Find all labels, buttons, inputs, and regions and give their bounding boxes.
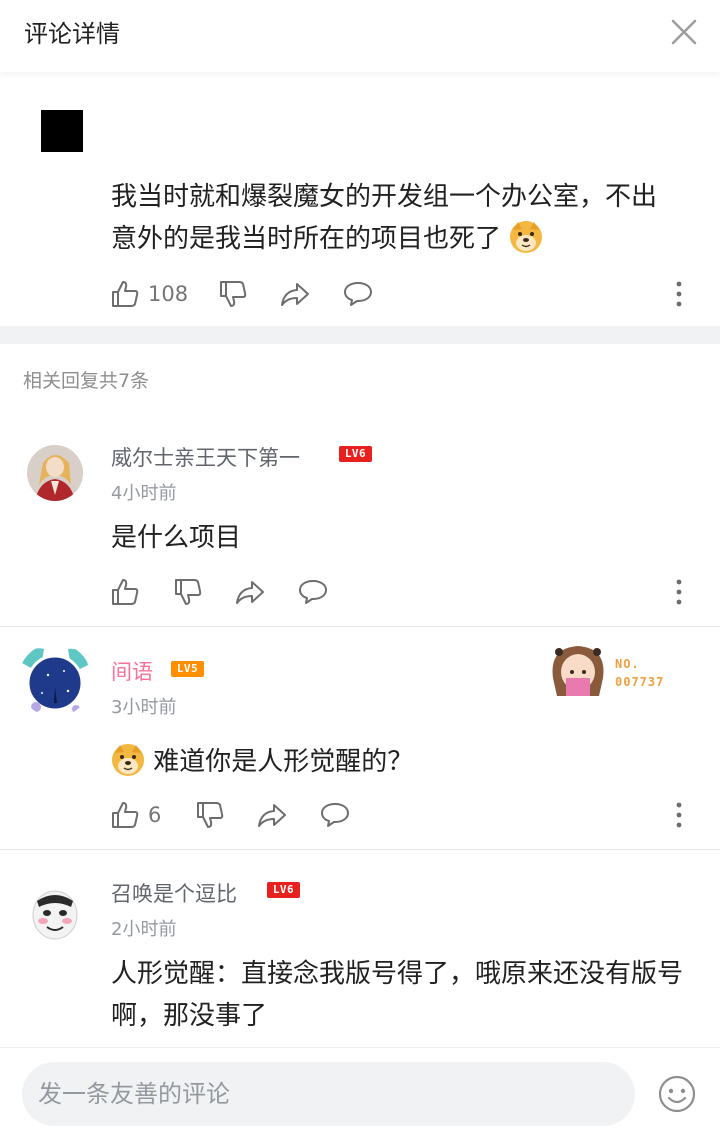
timestamp: 2小时前: [111, 919, 177, 940]
comment-input-bar: 发一条友善的评论: [0, 1047, 720, 1139]
thumbs-up-icon: [112, 281, 139, 307]
reply-text: 人形觉醒：直接念我版号得了，哦原来还没有版号 啊，那没事了: [111, 953, 701, 1037]
more-options-icon[interactable]: [664, 795, 694, 835]
close-icon[interactable]: [666, 14, 702, 50]
reply-button[interactable]: [297, 572, 329, 612]
timestamp: 3小时前: [111, 697, 177, 718]
reply-text-line1: 人形觉醒：直接念我版号得了，哦原来还没有版号: [111, 959, 684, 989]
section-divider: [0, 326, 720, 344]
username[interactable]: 威尔士亲王天下第一: [111, 442, 300, 472]
dislike-button[interactable]: [173, 572, 203, 612]
dislike-button[interactable]: [195, 795, 225, 835]
share-button[interactable]: [279, 274, 311, 314]
comment-text: 我当时就和爆裂魔女的开发组一个办公室，不出 意外的是我当时所在的项目也死了: [111, 176, 696, 260]
username[interactable]: 间语: [111, 656, 153, 686]
avatar[interactable]: [41, 110, 83, 152]
doge-emoji-icon: [509, 220, 543, 254]
thumbs-down-icon: [220, 281, 247, 307]
reply-button[interactable]: [319, 795, 351, 835]
comment-text-line1: 我当时就和爆裂魔女的开发组一个办公室，不出: [111, 182, 658, 212]
like-count: 6: [148, 803, 162, 827]
more-options-icon[interactable]: [664, 274, 694, 314]
dislike-button[interactable]: [218, 274, 248, 314]
reply-actions: 6: [0, 795, 720, 835]
reply-text: 是什么项目: [111, 523, 242, 553]
badge-number: NO. 007737: [615, 655, 664, 691]
like-button[interactable]: [110, 572, 140, 612]
thumbs-down-icon: [197, 802, 224, 828]
emoji-icon[interactable]: [657, 1074, 697, 1114]
avatar[interactable]: [18, 643, 92, 717]
page-title: 评论详情: [24, 20, 120, 48]
badge-id: 007737: [615, 675, 665, 689]
level-badge: LV6: [267, 882, 300, 898]
comment-bubble-icon: [344, 282, 372, 306]
badge-label: NO.: [615, 657, 640, 671]
comment-bubble-icon: [321, 803, 349, 827]
reply-text: 难道你是人形觉醒的？: [111, 741, 701, 783]
avatar[interactable]: [27, 445, 83, 501]
thumbs-up-icon: [112, 802, 139, 828]
comment-input[interactable]: 发一条友善的评论: [22, 1062, 635, 1126]
share-button[interactable]: [234, 572, 266, 612]
share-button[interactable]: [256, 795, 288, 835]
comment-text-line2: 意外的是我当时所在的项目也死了: [111, 224, 502, 254]
level-badge: LV5: [171, 661, 204, 677]
fan-badge[interactable]: NO. 007737: [547, 638, 677, 698]
share-arrow-icon: [258, 804, 286, 827]
share-arrow-icon: [236, 581, 264, 604]
reply-actions: [0, 572, 720, 612]
avatar[interactable]: [27, 885, 83, 941]
reply-text-line2: 啊，那没事了: [111, 1001, 268, 1031]
badge-avatar-icon: [547, 638, 609, 698]
comment-bubble-icon: [299, 580, 327, 604]
thumbs-up-icon: [112, 579, 139, 605]
more-options-icon[interactable]: [664, 572, 694, 612]
thumbs-down-icon: [175, 579, 202, 605]
header-bar: 评论详情: [0, 0, 720, 72]
timestamp: 4小时前: [111, 483, 177, 504]
like-button[interactable]: 6: [110, 795, 161, 835]
like-count: 108: [148, 282, 189, 306]
divider: [0, 626, 720, 627]
comment-actions: 108: [0, 274, 720, 314]
reply-button[interactable]: [342, 274, 374, 314]
level-badge: LV6: [339, 446, 372, 462]
doge-emoji-icon: [111, 743, 145, 777]
like-button[interactable]: 108: [110, 274, 188, 314]
main-comment: 我当时就和爆裂魔女的开发组一个办公室，不出 意外的是我当时所在的项目也死了 10…: [0, 72, 720, 326]
username[interactable]: 召唤是个逗比: [111, 878, 237, 908]
replies-count-title: 相关回复共7条: [23, 370, 150, 392]
divider: [0, 849, 720, 850]
share-arrow-icon: [281, 283, 309, 306]
reply-text-content: 难道你是人形觉醒的？: [153, 747, 414, 777]
